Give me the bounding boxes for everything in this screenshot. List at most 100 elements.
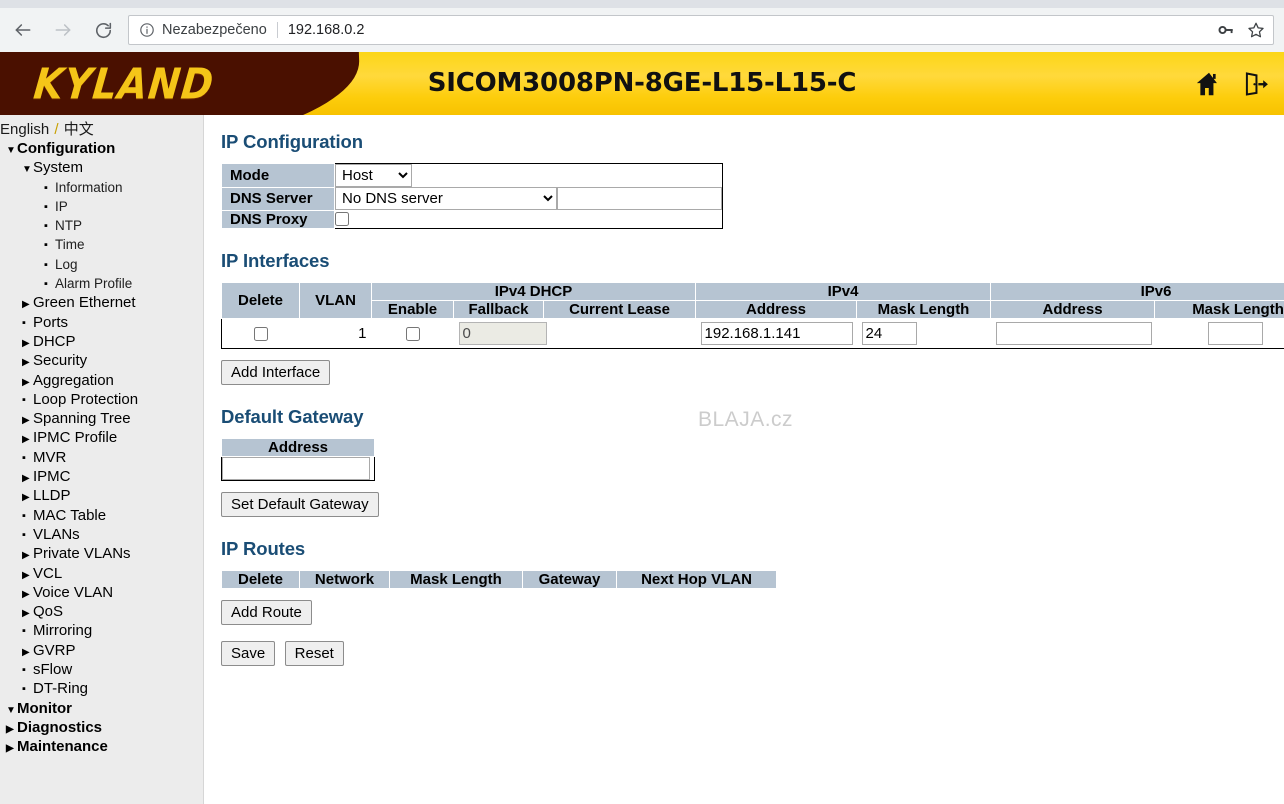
chevron-down-icon[interactable]: ▼ bbox=[6, 702, 17, 719]
chevron-right-icon[interactable]: ▶ bbox=[6, 721, 17, 738]
dhcp-fallback-input[interactable] bbox=[458, 321, 547, 345]
info-circle-icon[interactable] bbox=[139, 22, 155, 38]
sidebar-item-mirroring[interactable]: ▪ Mirroring bbox=[0, 622, 203, 641]
sidebar-item-monitor[interactable]: ▼ Monitor bbox=[0, 700, 203, 719]
col-vlan: VLAN bbox=[299, 281, 372, 319]
ipv4-mask-length-input[interactable] bbox=[861, 321, 917, 345]
chevron-right-icon[interactable]: ▶ bbox=[22, 605, 33, 622]
chevron-right-icon[interactable]: ▶ bbox=[22, 431, 33, 448]
chevron-right-icon[interactable]: ▶ bbox=[6, 740, 17, 757]
sidebar-item-dt-ring[interactable]: ▪ DT-Ring bbox=[0, 680, 203, 699]
sidebar-item-ipmc[interactable]: ▶ IPMC bbox=[0, 468, 203, 487]
logout-door-icon[interactable] bbox=[1242, 70, 1270, 98]
dns-proxy-checkbox[interactable] bbox=[335, 212, 349, 227]
sidebar-item-configuration[interactable]: ▼ Configuration bbox=[0, 140, 203, 159]
sidebar-item-label: VLANs bbox=[33, 525, 80, 543]
sidebar-item-gvrp[interactable]: ▶ GVRP bbox=[0, 642, 203, 661]
save-button[interactable]: Save bbox=[221, 640, 276, 666]
sidebar-item-mac-table[interactable]: ▪ MAC Table bbox=[0, 507, 203, 526]
ipv4-address-input[interactable] bbox=[700, 321, 853, 345]
chevron-right-icon[interactable]: ▶ bbox=[22, 586, 33, 603]
sidebar-item-ip[interactable]: ▪ IP bbox=[0, 198, 203, 217]
chevron-right-icon[interactable]: ▶ bbox=[22, 412, 33, 429]
default-gateway-input[interactable] bbox=[222, 456, 370, 480]
sidebar-navigation: English / 中文 ▼ Configuration ▼ System ▪ Infor… bbox=[0, 115, 204, 804]
sidebar-item-maintenance[interactable]: ▶ Maintenance bbox=[0, 738, 203, 757]
delete-checkbox[interactable] bbox=[253, 326, 268, 341]
chevron-down-icon[interactable]: ▼ bbox=[22, 161, 33, 178]
mode-select[interactable]: Host bbox=[335, 164, 412, 187]
sidebar-item-log[interactable]: ▪ Log bbox=[0, 256, 203, 275]
sidebar-item-label: LLDP bbox=[33, 487, 71, 505]
star-bookmark-icon[interactable] bbox=[1243, 17, 1269, 43]
chevron-right-icon[interactable]: ▶ bbox=[22, 354, 33, 371]
add-route-row: Add Route bbox=[221, 599, 1284, 625]
col-route-gateway: Gateway bbox=[522, 569, 617, 589]
key-icon[interactable] bbox=[1213, 17, 1239, 43]
header-icon-group bbox=[1194, 52, 1270, 115]
sidebar-item-sflow[interactable]: ▪ sFlow bbox=[0, 661, 203, 680]
chevron-right-icon[interactable]: ▶ bbox=[22, 547, 33, 564]
address-bar[interactable]: Nezabezpečeno 192.168.0.2 bbox=[128, 15, 1274, 45]
chevron-right-icon[interactable]: ▶ bbox=[22, 296, 33, 313]
chevron-right-icon[interactable]: ▶ bbox=[22, 335, 33, 352]
reset-button[interactable]: Reset bbox=[284, 640, 344, 666]
default-gateway-value-row bbox=[221, 456, 375, 480]
sidebar-item-dhcp[interactable]: ▶ DHCP bbox=[0, 333, 203, 352]
bullet-icon: ▪ bbox=[44, 220, 48, 233]
dns-server-select[interactable]: No DNS server bbox=[335, 187, 557, 210]
sidebar-item-label: sFlow bbox=[33, 661, 73, 679]
chevron-down-icon[interactable]: ▼ bbox=[6, 142, 17, 159]
reload-icon[interactable] bbox=[86, 13, 120, 47]
cell-dhcp-enable bbox=[371, 318, 454, 348]
sidebar-item-private-vlans[interactable]: ▶ Private VLANs bbox=[0, 545, 203, 564]
back-arrow-icon[interactable] bbox=[6, 13, 40, 47]
sidebar-item-spanning-tree[interactable]: ▶ Spanning Tree bbox=[0, 410, 203, 429]
chevron-right-icon[interactable]: ▶ bbox=[22, 374, 33, 391]
cell-delete bbox=[221, 318, 300, 348]
sidebar-item-ports[interactable]: ▪ Ports bbox=[0, 314, 203, 333]
sidebar-item-aggregation[interactable]: ▶ Aggregation bbox=[0, 372, 203, 391]
language-chinese-link[interactable]: 中文 bbox=[64, 121, 94, 138]
sidebar-item-vcl[interactable]: ▶ VCL bbox=[0, 565, 203, 584]
url-text[interactable]: 192.168.0.2 bbox=[288, 22, 1213, 38]
set-default-gateway-button[interactable]: Set Default Gateway bbox=[221, 491, 379, 517]
sidebar-item-vlans[interactable]: ▪ VLANs bbox=[0, 526, 203, 545]
dns-server-input[interactable] bbox=[557, 187, 722, 210]
chevron-right-icon[interactable]: ▶ bbox=[22, 489, 33, 506]
sidebar-item-information[interactable]: ▪ Information bbox=[0, 179, 203, 198]
sidebar-item-mvr[interactable]: ▪ MVR bbox=[0, 449, 203, 468]
sidebar-item-time[interactable]: ▪ Time bbox=[0, 236, 203, 255]
ipv6-mask-length-input[interactable] bbox=[1207, 321, 1263, 345]
chevron-right-icon[interactable]: ▶ bbox=[22, 567, 33, 584]
sidebar-item-lldp[interactable]: ▶ LLDP bbox=[0, 487, 203, 506]
bullet-icon: ▪ bbox=[44, 181, 48, 194]
language-english-link[interactable]: English bbox=[0, 121, 49, 138]
dhcp-enable-checkbox[interactable] bbox=[405, 326, 420, 341]
col-route-mask-length: Mask Length bbox=[389, 569, 523, 589]
default-gateway-header-row: Address bbox=[221, 437, 375, 457]
add-interface-button[interactable]: Add Interface bbox=[221, 359, 331, 385]
sidebar-item-label: Information bbox=[55, 179, 123, 195]
ipv6-address-input[interactable] bbox=[995, 321, 1152, 345]
ip-interfaces-table: Delete VLAN IPv4 DHCP IPv4 IPv6 Enable F… bbox=[221, 281, 1284, 349]
sidebar-item-label: DT-Ring bbox=[33, 680, 89, 698]
chevron-right-icon[interactable]: ▶ bbox=[22, 644, 33, 661]
sidebar-item-label: IP bbox=[55, 198, 68, 214]
sidebar-item-loop-protection[interactable]: ▪ Loop Protection bbox=[0, 391, 203, 410]
sidebar-item-security[interactable]: ▶ Security bbox=[0, 352, 203, 371]
sidebar-item-ipmc-profile[interactable]: ▶ IPMC Profile bbox=[0, 429, 203, 448]
home-icon[interactable] bbox=[1194, 70, 1224, 98]
sidebar-item-system[interactable]: ▼ System bbox=[0, 159, 203, 178]
sidebar-item-voice-vlan[interactable]: ▶ Voice VLAN bbox=[0, 584, 203, 603]
forward-arrow-icon[interactable] bbox=[46, 13, 80, 47]
sidebar-item-diagnostics[interactable]: ▶ Diagnostics bbox=[0, 719, 203, 738]
sidebar-item-qos[interactable]: ▶ QoS bbox=[0, 603, 203, 622]
sidebar-item-label: MVR bbox=[33, 448, 67, 466]
chevron-right-icon[interactable]: ▶ bbox=[22, 470, 33, 487]
sidebar-item-ntp[interactable]: ▪ NTP bbox=[0, 217, 203, 236]
add-route-button[interactable]: Add Route bbox=[221, 599, 312, 625]
sidebar-item-green-ethernet[interactable]: ▶ Green Ethernet bbox=[0, 294, 203, 313]
sidebar-item-alarm-profile[interactable]: ▪ Alarm Profile bbox=[0, 275, 203, 294]
group-ipv4-dhcp: IPv4 DHCP bbox=[370, 281, 697, 301]
